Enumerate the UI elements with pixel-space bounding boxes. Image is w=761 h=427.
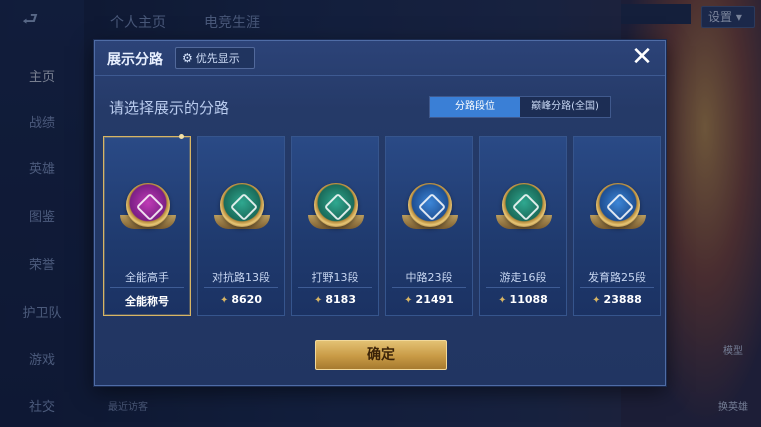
lane-card-name: 全能高手 [125,271,169,284]
lane-card-name: 对抗路13段 [212,271,270,284]
star-icon: ✦ [404,295,413,306]
lane-card[interactable]: 对抗路13段 ✦ 8620 [197,136,285,316]
lane-score: ✦ 23888 [574,293,660,306]
card-divider [486,287,560,288]
card-divider [392,287,466,288]
header-divider [95,75,665,76]
lane-score: ✦ 21491 [386,293,472,306]
close-icon[interactable]: ✕ [629,44,655,70]
lane-score-value: 8620 [231,293,262,306]
lane-card[interactable]: 游走16段 ✦ 11088 [479,136,567,316]
gear-icon: ⚙ [182,51,193,65]
confirm-button[interactable]: 确定 [315,340,447,370]
card-divider [298,287,372,288]
lane-card-name: 中路23段 [405,271,453,284]
card-divider [110,287,184,288]
selected-corner-marker [179,134,184,139]
star-icon: ✦ [592,295,601,306]
lane-score: ✦ 11088 [480,293,566,306]
lane-card-name: 打野13段 [311,271,359,284]
lane-score-value: 23888 [603,293,642,306]
star-icon: ✦ [219,295,229,306]
toggle-lane-rank[interactable]: 分路段位 [430,97,520,117]
lane-badge-icon [314,183,358,227]
lane-score: ✦ 8183 [292,293,378,306]
lane-card-name: 游走16段 [499,271,547,284]
lane-badge-icon [126,183,170,227]
lane-score-value: 11088 [509,293,548,306]
lane-badge-icon [408,183,452,227]
lane-title: 全能称号 [125,295,169,308]
lane-card-name: 发育路25段 [588,271,646,284]
lane-card[interactable]: 打野13段 ✦ 8183 [291,136,379,316]
lane-score-value: 8183 [325,293,356,306]
lane-score-value: 21491 [415,293,454,306]
lane-badge-icon [220,183,264,227]
lane-card[interactable]: 全能高手 全能称号 [103,134,191,316]
priority-display-button[interactable]: ⚙ 优先显示 [175,47,255,69]
card-divider [580,287,654,288]
lane-type-toggle: 分路段位 巅峰分路(全国) [429,96,611,118]
star-icon: ✦ [498,295,507,306]
lane-card[interactable]: 中路23段 ✦ 21491 [385,136,473,316]
lane-card[interactable]: 发育路25段 ✦ 23888 [573,136,661,316]
lane-badge-icon [502,183,546,227]
lane-score: ✦ 8620 [198,293,284,306]
star-icon: ✦ [313,295,323,306]
card-divider [204,287,278,288]
priority-display-label: 优先显示 [195,52,240,65]
toggle-peak-lane[interactable]: 巅峰分路(全国) [520,97,610,117]
dialog-subtitle: 请选择展示的分路 [109,99,230,117]
dialog-title: 展示分路 [107,52,163,68]
lane-badge-icon [596,183,640,227]
lane-display-dialog: 展示分路 ⚙ 优先显示 ✕ 请选择展示的分路 分路段位 巅峰分路(全国) 全能高手… [94,40,666,386]
